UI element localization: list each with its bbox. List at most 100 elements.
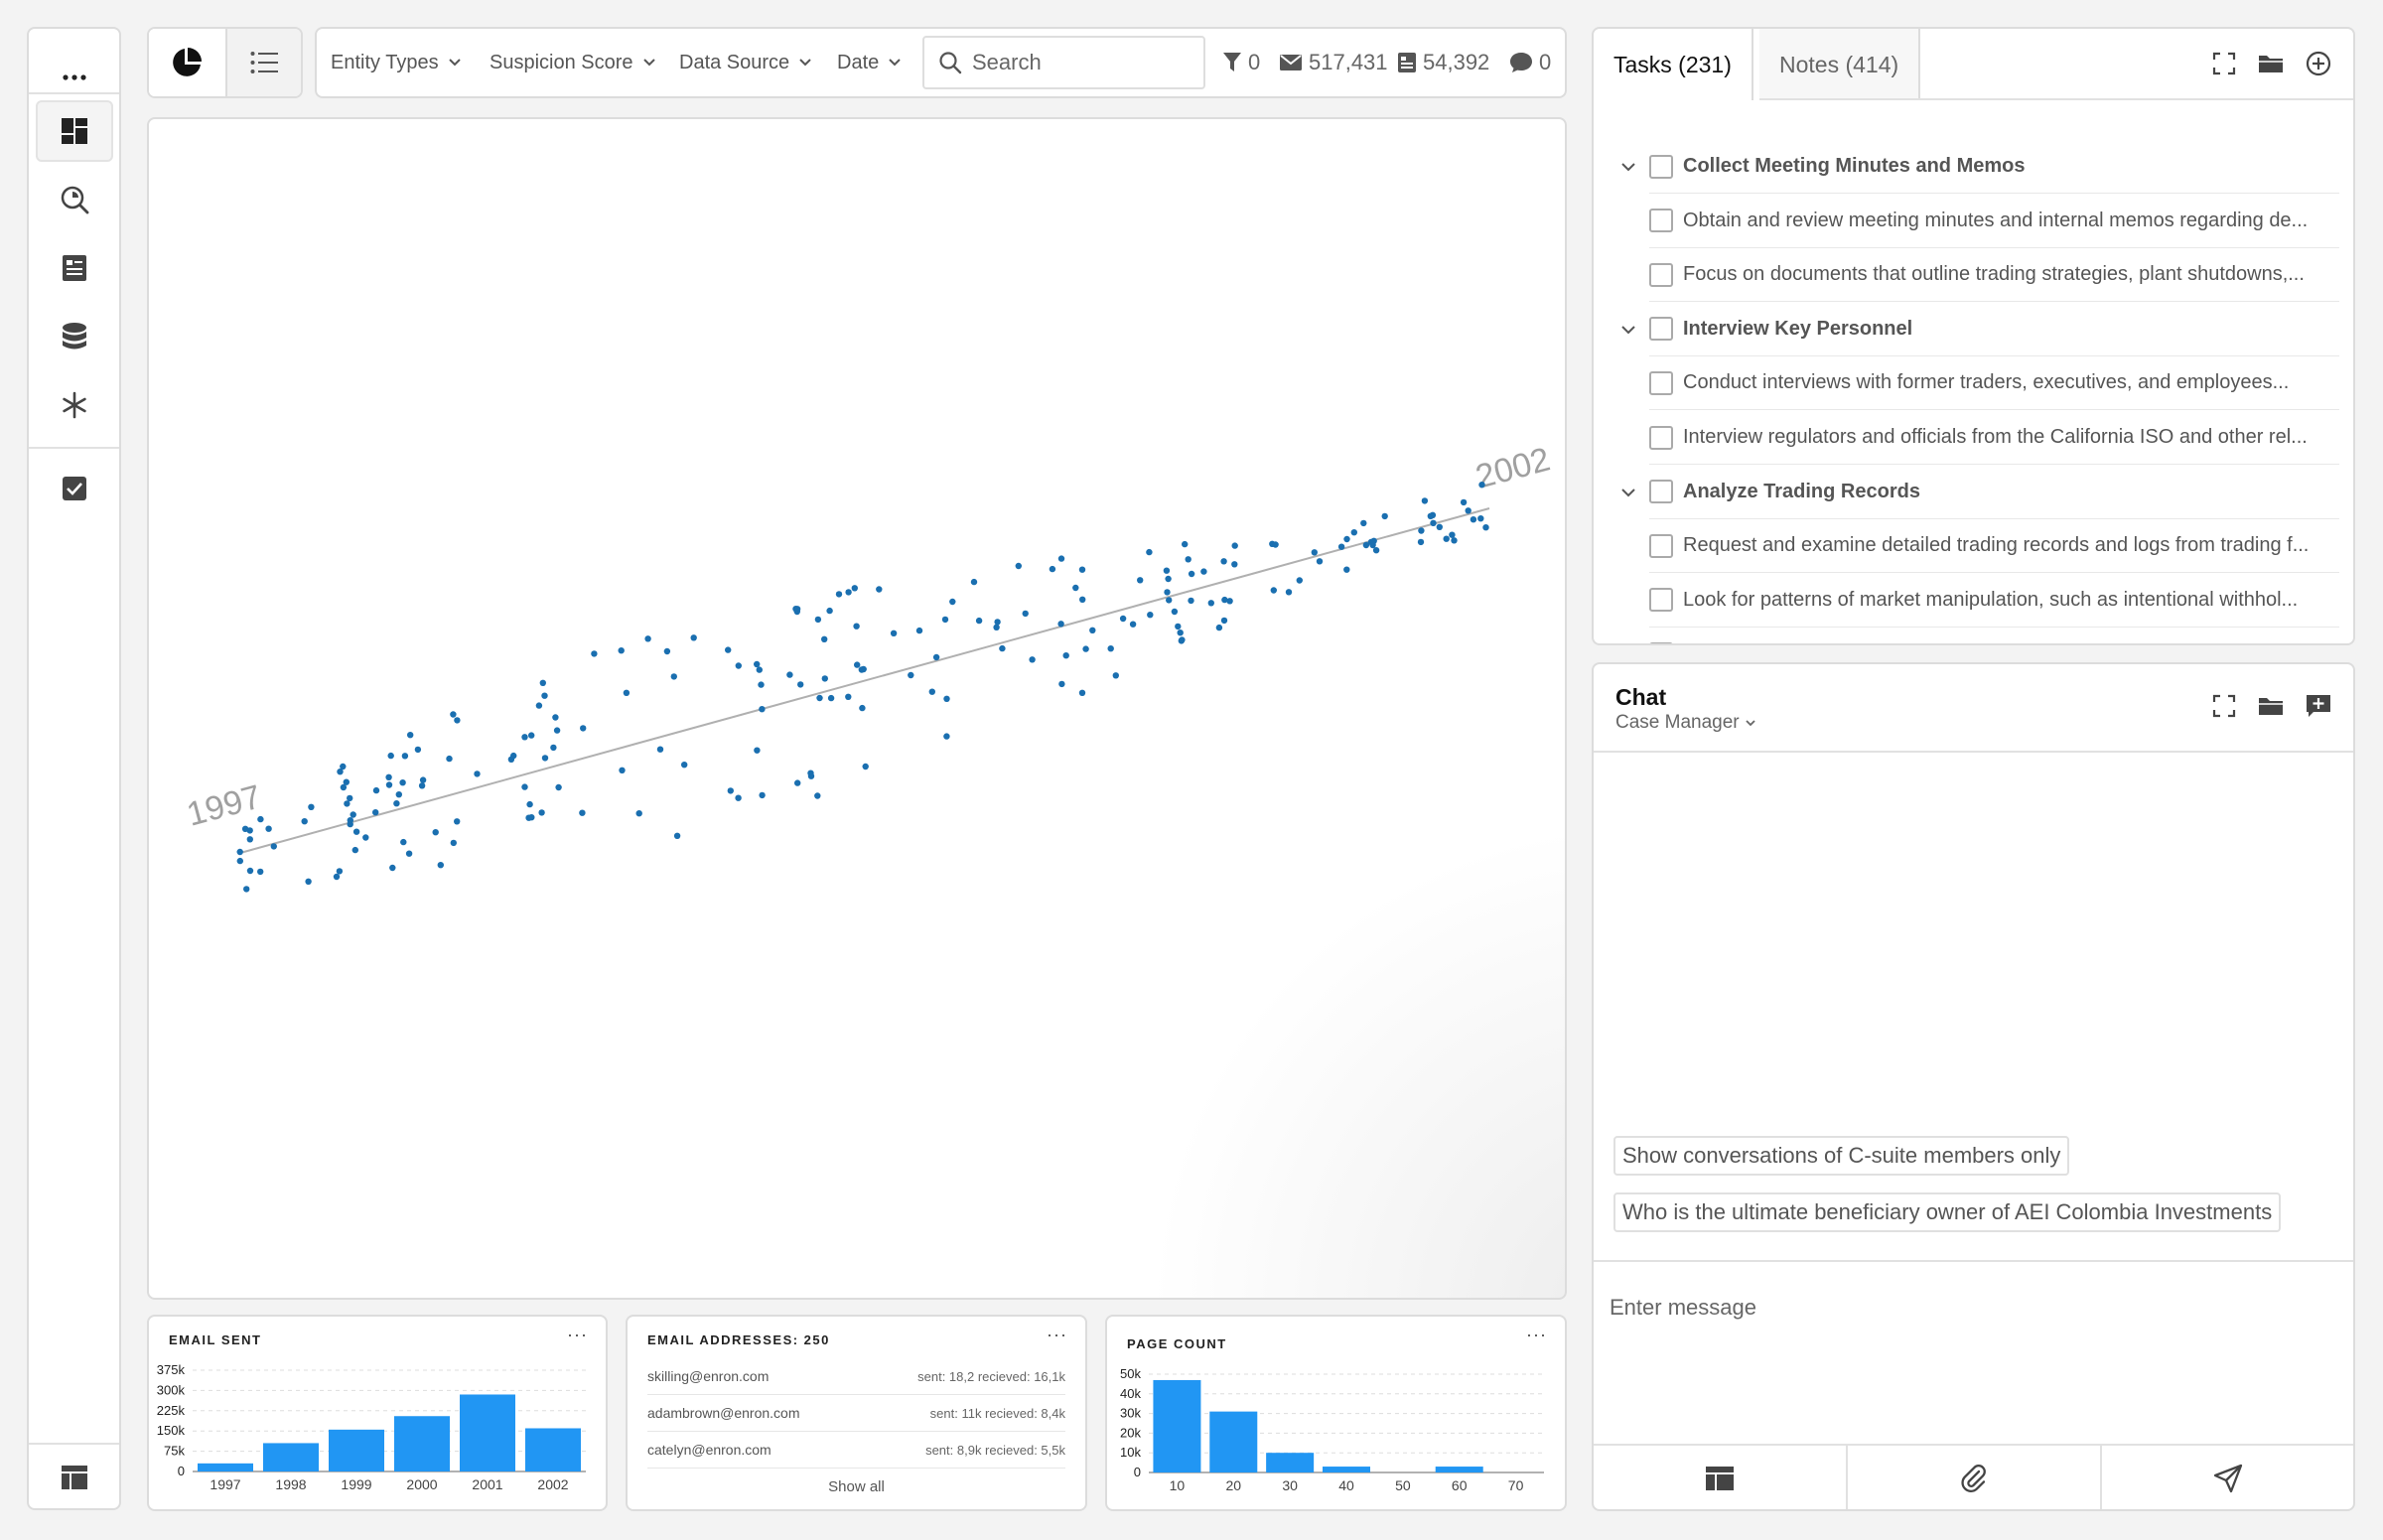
chevron-down-icon[interactable] (1619, 321, 1637, 339)
scatter-point[interactable] (1465, 507, 1472, 514)
scatter-point[interactable] (890, 630, 898, 636)
scatter-point[interactable] (858, 666, 865, 673)
scatter-point[interactable] (735, 794, 742, 801)
scatter-point[interactable] (759, 791, 766, 799)
scatter-point[interactable] (1220, 558, 1227, 565)
scatter-point[interactable] (681, 762, 688, 769)
scatter-point[interactable] (943, 733, 950, 740)
bar[interactable] (1435, 1467, 1483, 1472)
scatter-point[interactable] (859, 704, 866, 712)
scatter-point[interactable] (541, 755, 549, 762)
scatter-point[interactable] (389, 864, 396, 872)
scatter-point[interactable] (1350, 529, 1358, 536)
bar[interactable] (263, 1443, 319, 1471)
scatter-point[interactable] (758, 681, 765, 688)
email-address-row[interactable]: skilling@enron.com sent: 18,2 recieved: … (647, 1358, 1065, 1395)
scatter-point[interactable] (1343, 566, 1350, 573)
task-checkbox[interactable] (1649, 154, 1673, 179)
scatter-point[interactable] (1078, 689, 1086, 696)
task-checkbox[interactable] (1649, 209, 1673, 233)
scatter-point[interactable] (1207, 600, 1215, 607)
scatter-point[interactable] (526, 800, 533, 808)
scatter-point[interactable] (807, 770, 814, 776)
scatter-point[interactable] (1316, 558, 1324, 565)
scatter-point[interactable] (1478, 482, 1485, 489)
attach-button[interactable] (1848, 1446, 2100, 1509)
scatter-point[interactable] (821, 675, 828, 682)
scatter-point[interactable] (1089, 627, 1096, 633)
scatter-point[interactable] (539, 679, 546, 686)
scatter-point[interactable] (1272, 541, 1279, 548)
scatter-point[interactable] (1171, 608, 1179, 616)
scatter-point[interactable] (521, 734, 528, 741)
send-button[interactable] (2102, 1446, 2353, 1509)
chevron-down-icon[interactable] (1619, 158, 1637, 176)
scatter-point[interactable] (236, 848, 243, 856)
scatter-point[interactable] (727, 787, 734, 794)
task-group-row[interactable]: Interview Key Personnel (1649, 303, 2339, 356)
scatter-point[interactable] (1129, 621, 1137, 628)
scatter-point[interactable] (970, 578, 978, 586)
task-group-row[interactable]: Collect Meeting Minutes and Memos (1649, 140, 2339, 194)
scatter-point[interactable] (385, 781, 393, 788)
scatter-point[interactable] (754, 747, 761, 754)
scatter-point[interactable] (553, 727, 561, 734)
task-checkbox[interactable] (1649, 317, 1673, 342)
folder-icon[interactable] (2258, 695, 2284, 717)
task-row[interactable]: Focus on documents that outline trading … (1649, 248, 2339, 303)
scatter-point[interactable] (1427, 512, 1435, 519)
scatter-point[interactable] (1164, 589, 1171, 596)
scatter-point[interactable] (854, 661, 861, 668)
scatter-point[interactable] (786, 671, 793, 678)
suggestion-chip[interactable]: Show conversations of C-suite members on… (1613, 1136, 2070, 1176)
scatter-point[interactable] (623, 689, 631, 696)
scatter-point[interactable] (352, 828, 360, 835)
scatter-point[interactable] (1418, 527, 1425, 534)
scatter-point[interactable] (1182, 540, 1189, 548)
scatter-point[interactable] (993, 624, 1000, 630)
scatter-point[interactable] (347, 794, 353, 802)
scatter-point[interactable] (385, 773, 392, 780)
scatter-point[interactable] (1163, 567, 1171, 574)
scatter-point[interactable] (656, 746, 664, 753)
timeline-scatter-plot[interactable]: 1997 2002 (149, 119, 1565, 1298)
scatter-point[interactable] (446, 755, 453, 763)
scatter-point[interactable] (1296, 577, 1304, 584)
scatter-point[interactable] (387, 752, 394, 760)
scatter-point[interactable] (994, 619, 1001, 626)
scatter-point[interactable] (336, 868, 344, 875)
task-row[interactable]: Interview regulators and officials from … (1649, 411, 2339, 465)
scatter-point[interactable] (591, 650, 598, 657)
scatter-point[interactable] (1220, 617, 1228, 625)
rail-item-dashboard[interactable] (36, 100, 113, 162)
scatter-point[interactable] (1179, 636, 1186, 643)
scatter-point[interactable] (1381, 512, 1388, 520)
task-checkbox[interactable] (1649, 262, 1673, 287)
scatter-point[interactable] (759, 706, 766, 713)
scatter-point[interactable] (405, 850, 413, 857)
task-checkbox[interactable] (1649, 588, 1673, 613)
scatter-point[interactable] (826, 607, 833, 615)
rail-layout-button[interactable] (36, 1447, 113, 1508)
scatter-point[interactable] (1112, 672, 1119, 679)
chat-layout-button[interactable] (1594, 1446, 1846, 1509)
scatter-point[interactable] (1147, 612, 1154, 619)
scatter-point[interactable] (1343, 535, 1350, 543)
scatter-point[interactable] (1188, 597, 1194, 605)
rail-item-analytics[interactable] (36, 169, 113, 230)
scatter-point[interactable] (372, 809, 379, 816)
scatter-point[interactable] (1022, 610, 1029, 618)
scatter-point[interactable] (344, 800, 350, 807)
scatter-point[interactable] (1449, 531, 1456, 538)
scatter-point[interactable] (1057, 555, 1065, 562)
documents-stat[interactable]: 54,392 (1397, 29, 1489, 96)
chevron-down-icon[interactable] (1619, 484, 1637, 501)
add-circle-icon[interactable] (2306, 51, 2331, 76)
scatter-point[interactable] (1146, 548, 1153, 556)
scatter-point[interactable] (400, 838, 407, 846)
scatter-point[interactable] (450, 711, 457, 718)
scatter-point[interactable] (915, 627, 923, 634)
scatter-point[interactable] (876, 586, 883, 593)
scatter-point[interactable] (1443, 535, 1450, 542)
scatter-point[interactable] (754, 660, 761, 668)
